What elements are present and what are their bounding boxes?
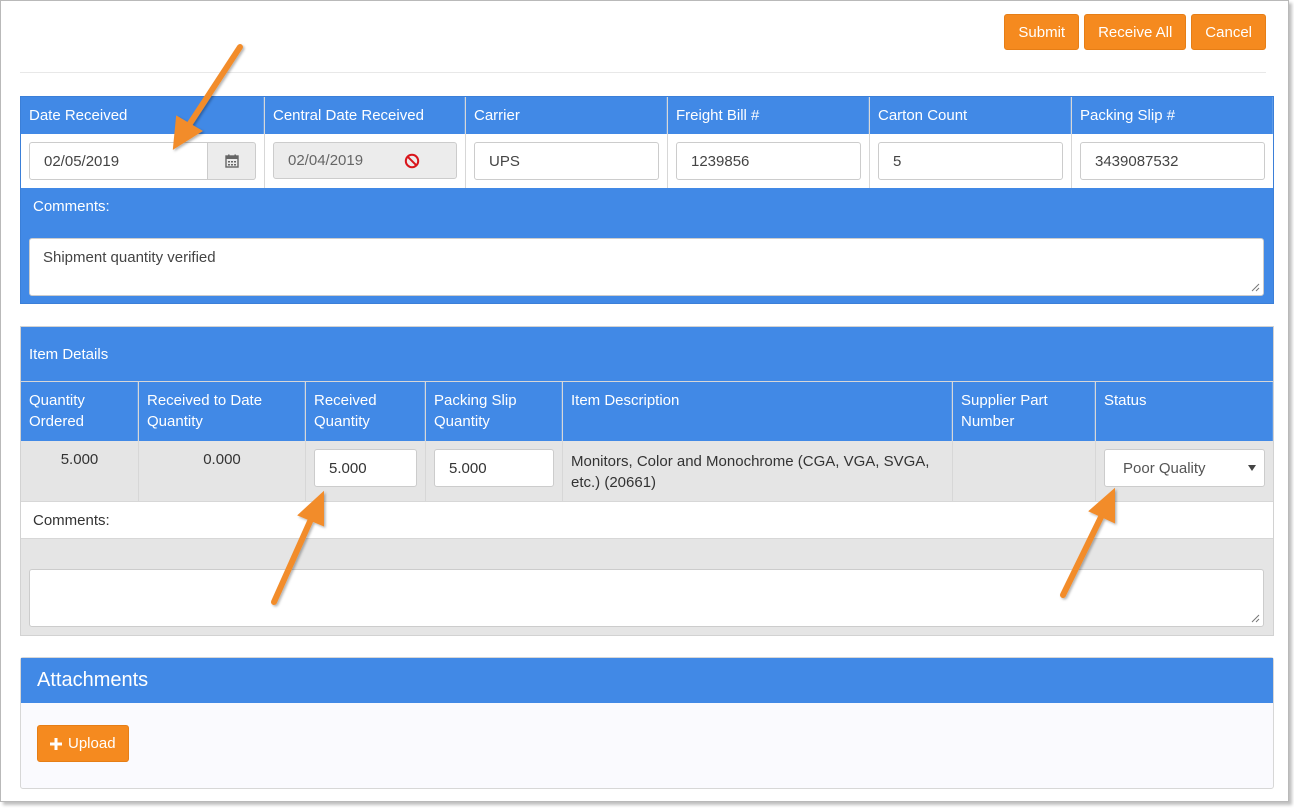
packing-slip-quantity-input[interactable]: 5.000	[434, 449, 554, 487]
carrier-column: Carrier UPS	[466, 97, 668, 188]
received-to-date-header: Received to Date Quantity	[139, 382, 305, 441]
item-comments-label: Comments:	[21, 501, 1273, 539]
attachments-panel: Attachments Upload	[20, 657, 1274, 789]
item-description-cell: Monitors, Color and Monochrome (CGA, VGA…	[563, 441, 952, 501]
status-column: Status Poor Quality	[1096, 382, 1273, 501]
plus-icon	[50, 737, 62, 750]
freight-bill-input[interactable]: 1239856	[676, 142, 861, 180]
cancel-button[interactable]: Cancel	[1191, 14, 1266, 50]
central-date-column: Central Date Received 02/04/2019	[265, 97, 466, 188]
received-quantity-header: Received Quantity	[306, 382, 425, 441]
central-date-input: 02/04/2019	[273, 142, 457, 179]
carton-count-column: Carton Count 5	[870, 97, 1072, 188]
divider	[20, 72, 1266, 73]
resize-handle-icon[interactable]	[1251, 283, 1260, 292]
packing-slip-quantity-column: Packing Slip Quantity 5.000	[426, 382, 563, 501]
item-details-title: Item Details	[21, 327, 1273, 382]
carton-count-input[interactable]: 5	[878, 142, 1063, 180]
supplier-part-header: Supplier Part Number	[953, 382, 1095, 441]
packing-slip-quantity-header: Packing Slip Quantity	[426, 382, 562, 441]
upload-label: Upload	[68, 735, 116, 752]
item-details-panel: Item Details Quantity Ordered 5.000 Rece…	[20, 326, 1274, 636]
submit-button[interactable]: Submit	[1004, 14, 1080, 50]
received-to-date-cell: 0.000	[139, 441, 305, 501]
app-frame: Submit Receive All Cancel Date Received …	[0, 0, 1289, 802]
status-select[interactable]: Poor Quality	[1104, 449, 1265, 487]
disabled-icon	[404, 153, 420, 168]
packing-slip-input[interactable]: 3439087532	[1080, 142, 1265, 180]
packing-slip-header: Packing Slip #	[1072, 97, 1273, 134]
carrier-header: Carrier	[466, 97, 667, 134]
quantity-ordered-cell: 5.000	[21, 441, 138, 501]
item-comments-textarea[interactable]	[29, 569, 1264, 627]
received-quantity-input[interactable]: 5.000	[314, 449, 417, 487]
freight-bill-header: Freight Bill #	[668, 97, 869, 134]
receive-all-button[interactable]: Receive All	[1084, 14, 1187, 50]
quantity-ordered-column: Quantity Ordered 5.000	[21, 382, 139, 501]
carrier-input[interactable]: UPS	[474, 142, 659, 180]
item-table: Quantity Ordered 5.000 Received to Date …	[21, 382, 1273, 501]
item-description-column: Item Description Monitors, Color and Mon…	[563, 382, 953, 501]
supplier-part-cell	[953, 441, 1095, 501]
carton-count-header: Carton Count	[870, 97, 1071, 134]
shipment-comments-textarea[interactable]: Shipment quantity verified	[29, 238, 1264, 296]
date-received-header: Date Received	[21, 97, 264, 134]
calendar-icon[interactable]	[208, 142, 256, 180]
attachments-title: Attachments	[21, 658, 1273, 703]
date-received-group: 02/05/2019	[29, 142, 256, 180]
action-toolbar: Submit Receive All Cancel	[1004, 14, 1266, 50]
central-date-value: 02/04/2019	[288, 152, 364, 169]
status-header: Status	[1096, 382, 1273, 441]
quantity-ordered-header: Quantity Ordered	[21, 382, 138, 441]
status-value: Poor Quality	[1123, 459, 1206, 477]
shipment-comments-label: Comments:	[33, 198, 110, 215]
shipment-comments-value: Shipment quantity verified	[43, 249, 216, 266]
packing-slip-column: Packing Slip # 3439087532	[1072, 97, 1273, 188]
resize-handle-icon[interactable]	[1251, 614, 1260, 623]
received-to-date-column: Received to Date Quantity 0.000	[139, 382, 306, 501]
shipment-panel: Date Received 02/05/2019 Central Date Re…	[20, 96, 1274, 304]
central-date-header: Central Date Received	[265, 97, 465, 134]
supplier-part-column: Supplier Part Number	[953, 382, 1096, 501]
date-received-column: Date Received 02/05/2019	[21, 97, 265, 188]
freight-bill-column: Freight Bill # 1239856	[668, 97, 870, 188]
date-received-input[interactable]: 02/05/2019	[29, 142, 208, 180]
item-description-header: Item Description	[563, 382, 952, 441]
upload-button[interactable]: Upload	[37, 725, 129, 762]
received-quantity-column: Received Quantity 5.000	[306, 382, 426, 501]
caret-down-icon	[1248, 465, 1256, 471]
